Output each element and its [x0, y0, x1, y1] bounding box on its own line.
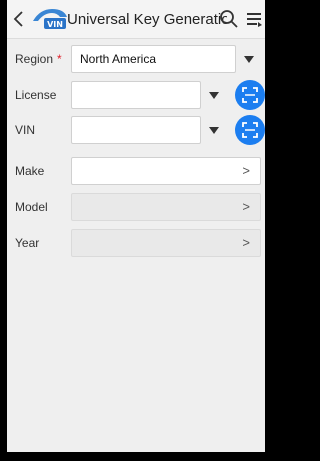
region-label: Region *: [15, 52, 62, 66]
region-dropdown-button[interactable]: [237, 45, 261, 73]
chevron-right-icon: >: [242, 235, 250, 250]
svg-text:VIN: VIN: [47, 20, 63, 29]
page-title: Universal Key Generation: [67, 11, 227, 28]
dropdown-arrow-icon: [244, 55, 254, 63]
chevron-left-icon: [13, 11, 23, 27]
license-dropdown-button[interactable]: [202, 81, 226, 109]
model-row: Model >: [7, 191, 265, 223]
vin-logo-icon: VIN: [33, 9, 67, 29]
header-bar: VIN Universal Key Generation: [7, 0, 265, 39]
model-label: Model: [15, 200, 48, 214]
chevron-right-icon: >: [242, 199, 250, 214]
vin-input[interactable]: [71, 116, 201, 144]
license-row: License: [7, 79, 265, 111]
license-label: License: [15, 88, 57, 102]
scan-icon: [242, 122, 258, 138]
dropdown-arrow-icon: [209, 91, 219, 99]
year-select[interactable]: >: [71, 229, 261, 257]
make-label: Make: [15, 164, 45, 178]
model-select[interactable]: >: [71, 193, 261, 221]
year-row: Year >: [7, 227, 265, 259]
chevron-right-icon: >: [242, 163, 250, 178]
search-icon[interactable]: [219, 9, 239, 29]
scan-icon: [242, 87, 258, 103]
year-label: Year: [15, 236, 40, 250]
back-button[interactable]: [10, 8, 28, 30]
make-select[interactable]: >: [71, 157, 261, 185]
vin-dropdown-button[interactable]: [202, 116, 226, 144]
make-row: Make >: [7, 155, 265, 187]
dropdown-arrow-icon: [209, 126, 219, 134]
license-scan-button[interactable]: [235, 80, 265, 110]
license-input[interactable]: [71, 81, 201, 109]
region-row: Region * North America: [7, 43, 265, 75]
required-mark: *: [57, 52, 62, 66]
vin-label: VIN: [15, 123, 36, 137]
vin-scan-button[interactable]: [235, 115, 265, 145]
vin-row: VIN: [7, 114, 265, 146]
app-screen: VIN Universal Key Generation Region * Nor…: [7, 0, 265, 452]
region-select[interactable]: North America: [71, 45, 236, 73]
menu-lines-icon[interactable]: [245, 9, 263, 29]
